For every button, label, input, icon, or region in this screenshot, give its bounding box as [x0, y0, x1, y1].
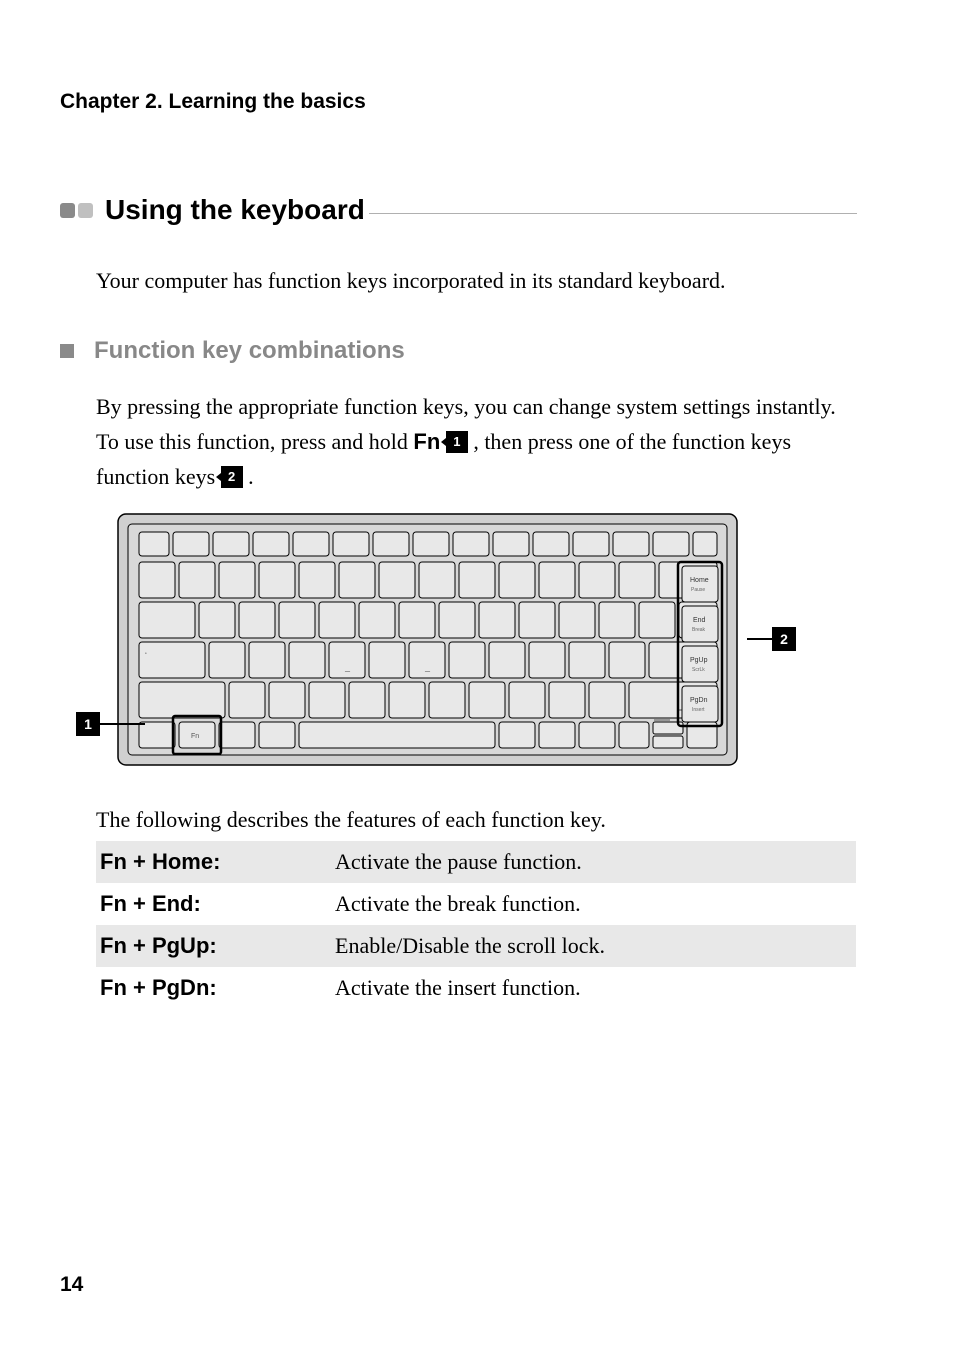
- table-desc: Activate the insert function.: [331, 967, 856, 1009]
- svg-text:ScrLk: ScrLk: [692, 667, 705, 673]
- table-key: Fn + Home:: [96, 841, 331, 883]
- keyboard-row-2: [139, 562, 717, 598]
- table-desc: Activate the break function.: [331, 883, 856, 925]
- fn-label: Fn: [413, 429, 440, 454]
- table-row: Fn + Home: Activate the pause function.: [96, 841, 856, 883]
- keyboard-illustration: • _ _: [116, 512, 739, 767]
- table-intro-text: The following describes the features of …: [96, 807, 857, 833]
- chapter-header: Chapter 2. Learning the basics: [60, 90, 857, 114]
- svg-text:End: End: [693, 617, 706, 624]
- fn-key-label: Fn: [191, 733, 199, 740]
- section-intro-text: Your computer has function keys incorpor…: [96, 266, 857, 297]
- figure-callout-2: 2: [747, 627, 796, 651]
- keyboard-row-1: [139, 532, 717, 556]
- subsection-header-row: Function key combinations: [60, 337, 857, 365]
- figure-callout-1: 1: [76, 712, 145, 736]
- callout-box-1: 1: [76, 712, 100, 736]
- keyboard-figure: • _ _: [96, 512, 857, 767]
- table-row: Fn + PgDn: Activate the insert function.: [96, 967, 856, 1009]
- side-keys-highlight: Home Pause End Break PgUp ScrLk PgDn Ins…: [676, 560, 734, 728]
- table-row: Fn + PgUp: Enable/Disable the scroll loc…: [96, 925, 856, 967]
- svg-text:PgUp: PgUp: [690, 657, 708, 664]
- svg-text:_: _: [424, 662, 431, 673]
- subsection-bullet-icon: [60, 344, 74, 358]
- svg-text:_: _: [344, 662, 351, 673]
- keyboard-row-4: • _ _: [139, 642, 717, 678]
- body-part-2: , then press one of the function keys: [468, 429, 791, 454]
- keyboard-row-6: Fn: [139, 720, 717, 748]
- svg-text:Break: Break: [692, 627, 706, 633]
- title-rule: [369, 213, 857, 214]
- callout-2-inline: 2: [221, 466, 243, 488]
- table-desc: Activate the pause function.: [331, 841, 856, 883]
- section-title: Using the keyboard: [105, 194, 365, 226]
- callout-1-inline: 1: [446, 431, 468, 453]
- svg-text:PgDn: PgDn: [690, 697, 708, 704]
- function-key-table: Fn + Home: Activate the pause function. …: [96, 841, 856, 1009]
- table-key: Fn + End:: [96, 883, 331, 925]
- section-title-row: Using the keyboard: [60, 194, 857, 226]
- table-desc: Enable/Disable the scroll lock.: [331, 925, 856, 967]
- section-bullet-icon: [60, 203, 93, 218]
- svg-text:•: •: [145, 652, 147, 657]
- subsection-body: By pressing the appropriate function key…: [96, 389, 857, 495]
- table-row: Fn + End: Activate the break function.: [96, 883, 856, 925]
- body-part-3-prefix: function keys: [96, 464, 221, 489]
- subsection-title: Function key combinations: [94, 337, 405, 365]
- callout-box-2: 2: [772, 627, 796, 651]
- keyboard-row-3: [139, 602, 717, 638]
- table-key: Fn + PgDn:: [96, 967, 331, 1009]
- svg-text:Home: Home: [690, 577, 709, 584]
- body-part-3: .: [243, 464, 254, 489]
- svg-text:Insert: Insert: [692, 707, 705, 713]
- table-key: Fn + PgUp:: [96, 925, 331, 967]
- page-number: 14: [60, 1273, 83, 1297]
- svg-text:Pause: Pause: [691, 587, 705, 593]
